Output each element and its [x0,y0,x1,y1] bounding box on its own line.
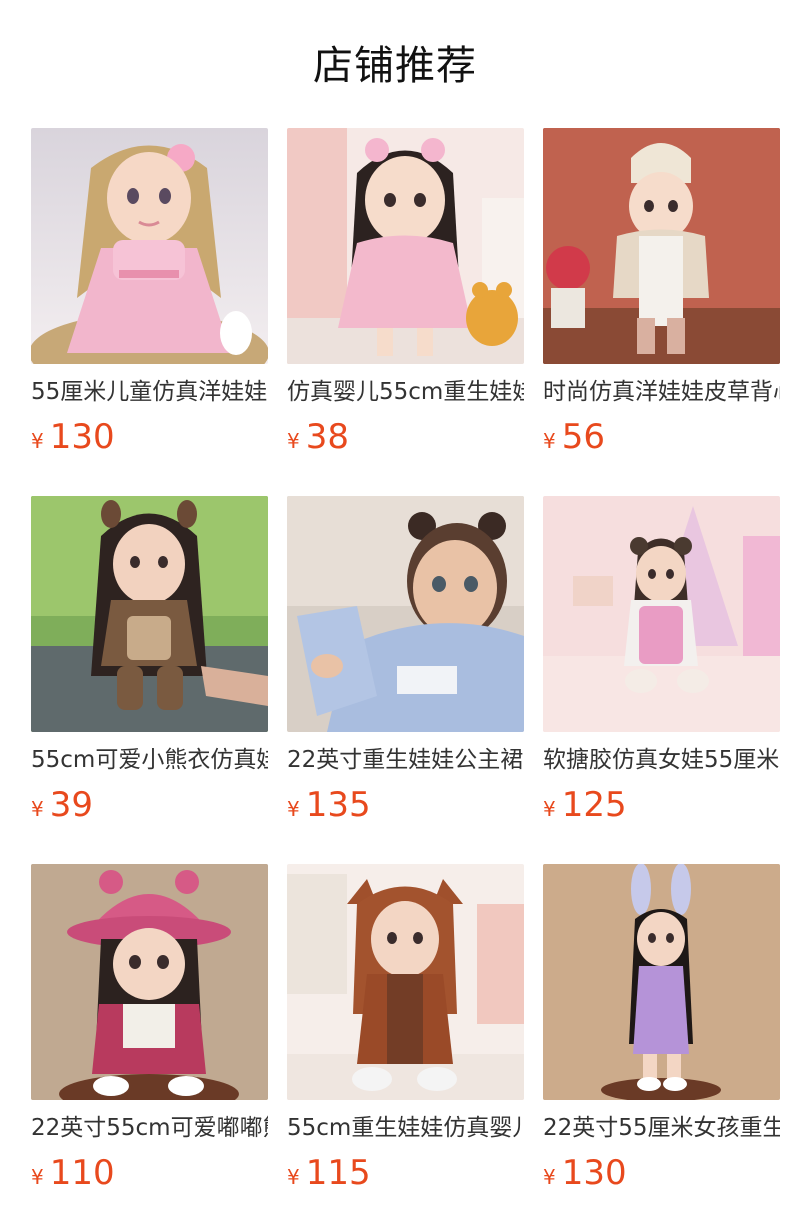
product-card[interactable]: 55厘米儿童仿真洋娃娃 ¥130 [31,128,268,468]
section-title: 店铺推荐 [313,43,477,89]
product-image[interactable] [543,128,780,364]
product-name[interactable]: 55cm重生娃娃仿真婴儿 [287,1111,524,1145]
product-card[interactable]: 22英寸重生娃娃公主裙 ¥135 [287,496,524,836]
product-price: ¥115 [287,1151,371,1195]
doll-deer-hood-image [287,864,524,1100]
product-card[interactable]: 仿真婴儿55cm重生娃娃 ¥38 [287,128,524,468]
currency-symbol: ¥ [543,429,556,453]
product-name[interactable]: 仿真婴儿55cm重生娃娃 [287,375,524,409]
doll-bear-outfit-image [31,496,268,732]
doll-pink-dress-image [31,128,268,364]
product-image[interactable] [543,496,780,732]
product-price: ¥130 [31,415,115,459]
product-card[interactable]: 时尚仿真洋娃娃皮草背心 ¥56 [543,128,780,468]
currency-symbol: ¥ [287,797,300,821]
price-value: 130 [561,1153,627,1193]
product-image[interactable] [287,128,524,364]
product-image[interactable] [287,496,524,732]
product-price: ¥56 [543,415,605,459]
product-card[interactable]: 55cm可爱小熊衣仿真娃娃 ¥39 [31,496,268,836]
product-price: ¥110 [31,1151,115,1195]
currency-symbol: ¥ [31,797,44,821]
product-name[interactable]: 22英寸重生娃娃公主裙 [287,743,524,777]
doll-fur-vest-image [543,128,780,364]
doll-bunny-ears-image [543,864,780,1100]
currency-symbol: ¥ [31,1165,44,1189]
product-card[interactable]: 22英寸55厘米女孩重生娃娃 ¥130 [543,864,780,1204]
product-name[interactable]: 55厘米儿童仿真洋娃娃 [31,375,268,409]
product-name[interactable]: 软搪胶仿真女娃55厘米 [543,743,780,777]
doll-bear-hat-image [31,864,268,1100]
shop-recommend-header: 店铺推荐 [0,0,790,128]
product-price: ¥125 [543,783,627,827]
product-grid: 55厘米儿童仿真洋娃娃 ¥130 仿真婴儿55cm重生娃娃 ¥ 38 时尚仿真洋… [0,128,790,1232]
product-price: ¥135 [287,783,371,827]
product-price: ¥130 [543,1151,627,1195]
currency-symbol: ¥ [543,797,556,821]
product-name[interactable]: 22英寸55厘米女孩重生娃娃 [543,1111,780,1145]
product-card[interactable]: 22英寸55cm可爱嘟嘟熊 ¥110 [31,864,268,1204]
price-value: 56 [561,417,605,457]
doll-pink-overalls-image [543,496,780,732]
price-value: 38 [305,417,349,457]
price-value: 130 [49,417,115,457]
price-value: 39 [49,785,93,825]
product-image[interactable] [31,128,268,364]
product-image[interactable] [31,864,268,1100]
currency-symbol: ¥ [31,429,44,453]
product-price: ¥39 [31,783,93,827]
product-image[interactable] [31,496,268,732]
product-name[interactable]: 22英寸55cm可爱嘟嘟熊 [31,1111,268,1145]
product-image[interactable] [287,864,524,1100]
currency-symbol: ¥ [287,429,300,453]
product-name[interactable]: 55cm可爱小熊衣仿真娃娃 [31,743,268,777]
product-card[interactable]: 55cm重生娃娃仿真婴儿 ¥115 [287,864,524,1204]
currency-symbol: ¥ [287,1165,300,1189]
product-card[interactable]: 软搪胶仿真女娃55厘米 ¥125 [543,496,780,836]
price-value: 125 [561,785,627,825]
product-image[interactable] [543,864,780,1100]
price-value: 110 [49,1153,115,1193]
product-price: ¥38 [287,415,349,459]
doll-pink-tutu-bear-image [287,128,524,364]
product-name[interactable]: 时尚仿真洋娃娃皮草背心 [543,375,780,409]
price-value: 135 [305,785,371,825]
currency-symbol: ¥ [543,1165,556,1189]
price-value: 115 [305,1153,371,1193]
doll-blue-dress-image [287,496,524,732]
